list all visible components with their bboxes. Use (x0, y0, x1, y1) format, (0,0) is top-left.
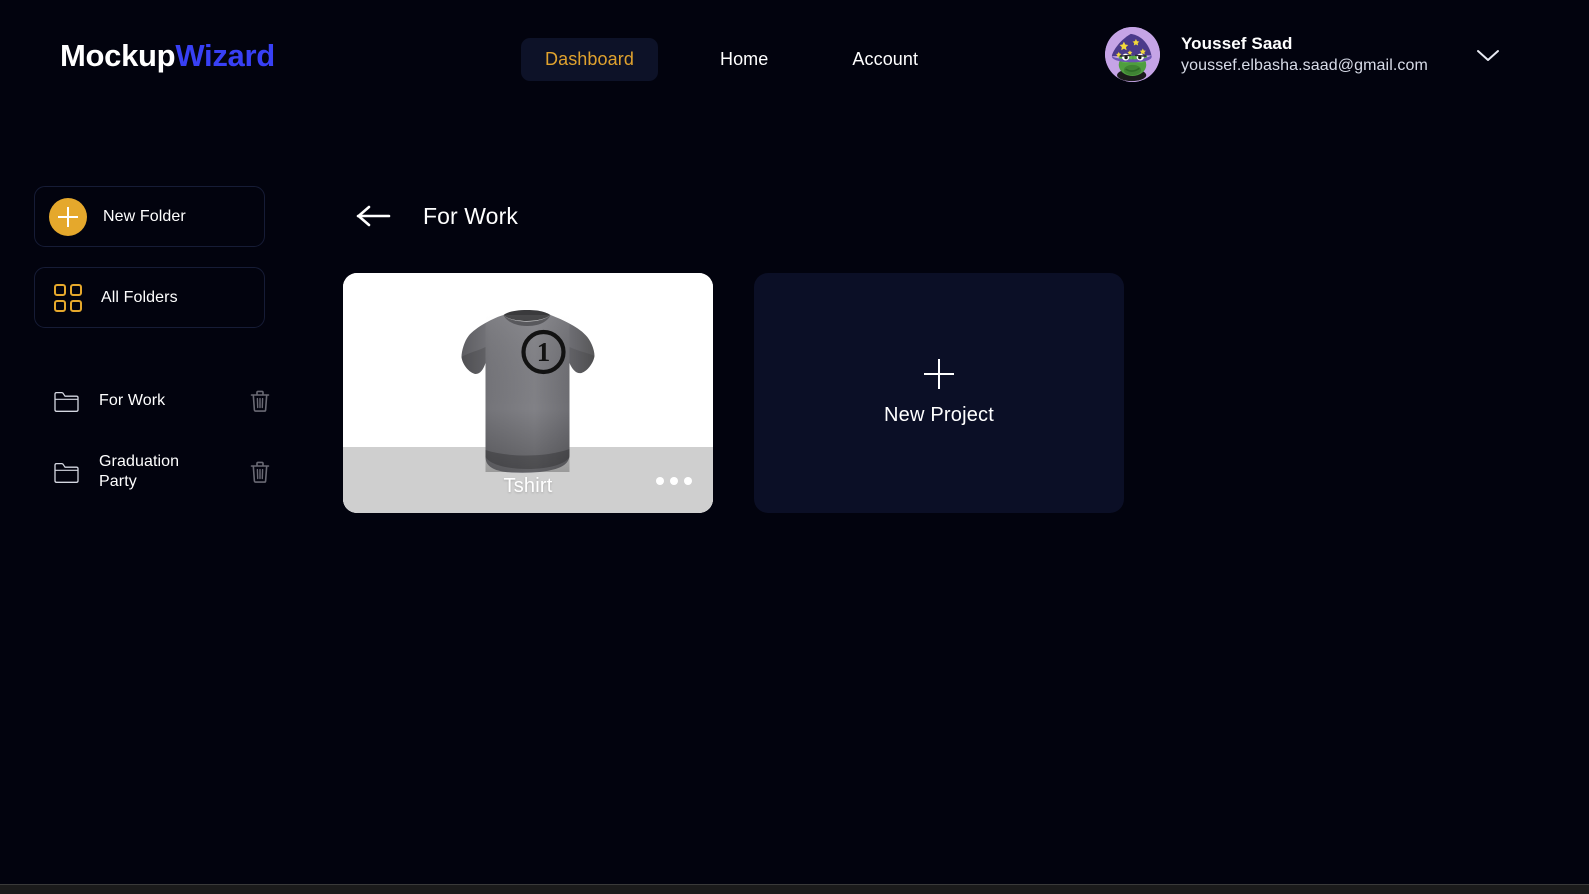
nav-item-account[interactable]: Account (828, 38, 942, 81)
app-logo[interactable]: MockupWizard (60, 38, 275, 74)
folder-list: For Work Graduation Party (34, 374, 270, 499)
new-folder-button[interactable]: New Folder (34, 186, 265, 247)
sidebar: New Folder All Folders For Work Graduati… (34, 186, 270, 499)
more-options-icon[interactable] (656, 476, 692, 486)
svg-text:1: 1 (537, 337, 551, 367)
logo-text-primary: Mockup (60, 38, 176, 73)
frog-wizard-avatar (1105, 27, 1160, 82)
nav-item-home[interactable]: Home (696, 38, 792, 81)
profile-name: Youssef Saad (1181, 34, 1293, 53)
horizontal-scrollbar[interactable] (0, 884, 1589, 894)
grid-icon (54, 283, 82, 312)
new-project-label: New Project (883, 404, 994, 426)
logo-text-secondary: Wizard (175, 38, 275, 73)
all-folders-button[interactable]: All Folders (34, 267, 265, 328)
page-title: For Work (423, 202, 518, 229)
main-navigation: Dashboard Home Account (521, 38, 942, 81)
project-grid: 1 Tshirt New Project (343, 273, 1124, 513)
folder-icon (54, 462, 79, 483)
nav-item-dashboard[interactable]: Dashboard (521, 38, 658, 81)
user-profile[interactable]: Youssef Saad youssef.elbasha.saad@gmail.… (1105, 27, 1428, 82)
new-folder-label: New Folder (103, 207, 186, 225)
main-content: For Work 1 Tshirt New Project (343, 186, 1124, 513)
plus-icon (924, 359, 954, 389)
all-folders-label: All Folders (101, 288, 178, 306)
project-card-tshirt[interactable]: 1 Tshirt (343, 273, 713, 513)
plus-circle-icon (49, 197, 87, 236)
delete-folder-button-graduation-party[interactable] (249, 460, 271, 484)
arrow-left-icon[interactable] (356, 204, 392, 228)
profile-email: youssef.elbasha.saad@gmail.com (1181, 57, 1428, 74)
sidebar-folder-for-work[interactable]: For Work (34, 374, 270, 428)
folder-name: For Work (99, 392, 166, 409)
new-project-button[interactable]: New Project (754, 273, 1124, 513)
chevron-down-icon[interactable] (1475, 47, 1501, 63)
breadcrumb: For Work (343, 186, 1124, 246)
folder-name: Graduation Party (99, 453, 180, 490)
sidebar-folder-graduation-party[interactable]: Graduation Party (34, 445, 270, 499)
delete-folder-button-for-work[interactable] (249, 389, 271, 413)
profile-text: Youssef Saad youssef.elbasha.saad@gmail.… (1181, 34, 1428, 75)
folder-icon (54, 391, 79, 412)
app-header: MockupWizard Dashboard Home Account Yous… (0, 0, 1589, 116)
